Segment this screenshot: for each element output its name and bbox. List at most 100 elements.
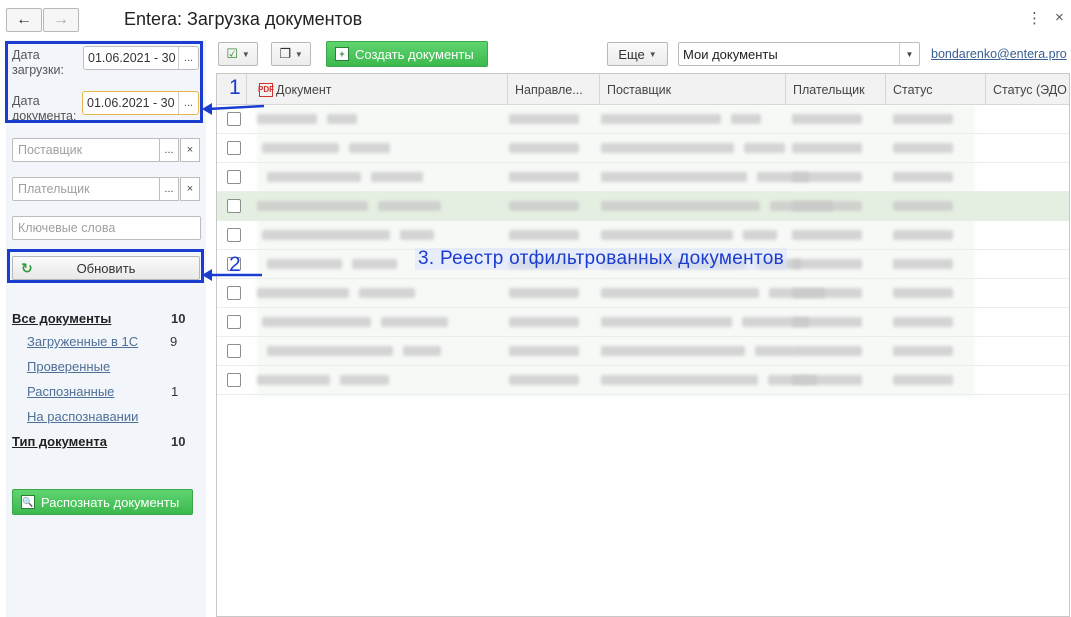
obscured-cell	[893, 172, 953, 182]
obscured-cell	[509, 201, 579, 211]
obscured-cell	[601, 230, 733, 240]
obscured-cell	[509, 288, 579, 298]
obscured-cell	[893, 346, 953, 356]
keywords-input[interactable]: Ключевые слова	[12, 216, 201, 240]
obscured-cell	[262, 230, 390, 240]
obscured-cell	[509, 230, 579, 240]
chevron-down-icon: ▼	[241, 49, 250, 59]
nav-all-documents[interactable]: Все документы	[12, 311, 111, 326]
obscured-cell	[371, 172, 423, 182]
obscured-cell	[509, 317, 579, 327]
row-checkbox[interactable]	[227, 228, 241, 242]
table-row[interactable]	[217, 192, 1069, 221]
annotation-arrow-1	[202, 103, 265, 115]
copy-icon: ❐	[279, 46, 291, 61]
documents-table: PDF Документ Направле... Поставщик Плател…	[216, 73, 1070, 617]
table-row[interactable]	[217, 366, 1069, 395]
create-doc-icon: +	[335, 47, 349, 61]
header-edo-status[interactable]: Статус (ЭДО	[986, 74, 1069, 105]
registry-caption: 3. Реестр отфильтрованных документов	[415, 248, 787, 270]
recognized-count: 1	[171, 384, 179, 399]
header-document[interactable]: PDF Документ	[247, 74, 508, 105]
row-checkbox[interactable]	[227, 315, 241, 329]
mark-button[interactable]: ☑ ▼	[218, 42, 258, 66]
table-row[interactable]	[217, 105, 1069, 134]
recognize-label: Распознать документы	[41, 494, 180, 510]
supplier-select-button[interactable]: ...	[159, 138, 179, 162]
table-row[interactable]	[217, 279, 1069, 308]
more-button[interactable]: Еще ▼	[607, 42, 668, 66]
table-row[interactable]	[217, 134, 1069, 163]
row-checkbox[interactable]	[227, 373, 241, 387]
obscured-cell	[601, 172, 747, 182]
more-menu-icon[interactable]: ⋮	[1027, 9, 1042, 27]
header-status[interactable]: Статус	[886, 74, 986, 105]
obscured-cell	[893, 201, 953, 211]
nav-doc-type[interactable]: Тип документа	[12, 434, 107, 449]
obscured-cell	[792, 346, 862, 356]
obscured-cell	[267, 259, 342, 269]
obscured-cell	[257, 201, 368, 211]
row-checkbox[interactable]	[227, 199, 241, 213]
arrow-right-icon: →	[53, 11, 69, 28]
row-checkbox[interactable]	[227, 344, 241, 358]
table-row[interactable]	[217, 308, 1069, 337]
obscured-cell	[755, 346, 793, 356]
payer-select-button[interactable]: ...	[159, 177, 179, 201]
copy-button[interactable]: ❐ ▼	[271, 42, 311, 66]
window-title: Entera: Загрузка документов	[124, 9, 363, 29]
obscured-cell	[893, 114, 953, 124]
obscured-cell	[792, 375, 862, 385]
obscured-cell	[743, 230, 777, 240]
obscured-cell	[359, 288, 415, 298]
check-list-icon: ☑	[226, 46, 238, 61]
obscured-cell	[792, 230, 862, 240]
forward-button[interactable]: →	[43, 8, 79, 32]
more-label: Еще	[618, 46, 645, 62]
obscured-cell	[792, 201, 862, 211]
annotation-box-refresh	[7, 249, 204, 283]
nav-loaded-1c[interactable]: Загруженные в 1С	[27, 334, 138, 349]
back-button[interactable]: ←	[6, 8, 42, 32]
obscured-cell	[262, 317, 371, 327]
recognize-documents-button[interactable]: 🔍 Распознать документы	[12, 489, 193, 515]
obscured-cell	[349, 143, 390, 153]
user-link[interactable]: bondarenko@entera.pro	[931, 47, 1067, 61]
payer-clear-button[interactable]: ×	[180, 177, 200, 201]
chevron-down-icon[interactable]: ▼	[899, 43, 919, 65]
row-checkbox[interactable]	[227, 286, 241, 300]
obscured-cell	[893, 143, 953, 153]
table-row[interactable]	[217, 221, 1069, 250]
header-payer[interactable]: Плательщик	[786, 74, 886, 105]
payer-input[interactable]: Плательщик	[12, 177, 160, 201]
row-checkbox[interactable]	[227, 141, 241, 155]
table-row[interactable]	[217, 337, 1069, 366]
filter-panel	[6, 40, 206, 617]
obscured-cell	[267, 172, 361, 182]
obscured-cell	[601, 375, 758, 385]
supplier-clear-button[interactable]: ×	[180, 138, 200, 162]
close-icon[interactable]: ×	[1055, 9, 1064, 26]
obscured-cell	[893, 259, 953, 269]
obscured-cell	[601, 288, 759, 298]
document-filter-select[interactable]: Мои документы ▼	[678, 42, 920, 66]
obscured-cell	[340, 375, 389, 385]
obscured-cell	[352, 259, 397, 269]
obscured-cell	[893, 317, 953, 327]
chevron-down-icon: ▼	[294, 49, 303, 59]
create-documents-button[interactable]: + Создать документы	[326, 41, 488, 67]
supplier-input[interactable]: Поставщик	[12, 138, 160, 162]
obscured-cell	[601, 114, 721, 124]
obscured-cell	[509, 346, 579, 356]
nav-in-recognition[interactable]: На распознавании	[27, 409, 138, 424]
row-checkbox[interactable]	[227, 170, 241, 184]
nav-recognized[interactable]: Распознанные	[27, 384, 114, 399]
loaded-1c-count: 9	[170, 334, 178, 349]
nav-checked[interactable]: Проверенные	[27, 359, 110, 374]
obscured-cell	[893, 288, 953, 298]
header-direction[interactable]: Направле...	[508, 74, 600, 105]
table-row[interactable]	[217, 163, 1069, 192]
obscured-cell	[601, 143, 734, 153]
obscured-cell	[731, 114, 761, 124]
header-supplier[interactable]: Поставщик	[600, 74, 786, 105]
